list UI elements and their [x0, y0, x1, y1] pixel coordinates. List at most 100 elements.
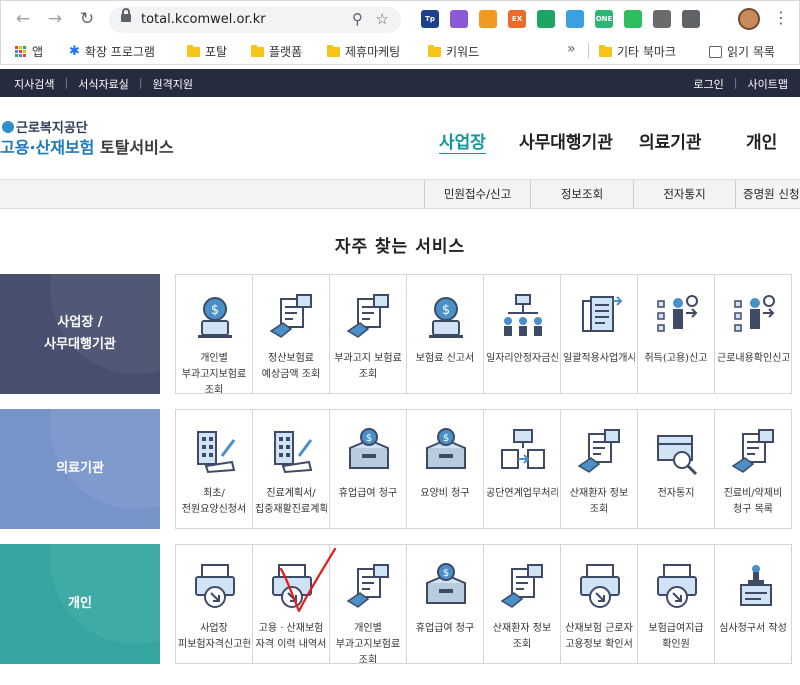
- ex-ext-icon[interactable]: EX: [508, 10, 526, 28]
- service-tile[interactable]: 진료계획서/집중재활진료계획서: [252, 409, 330, 529]
- service-tile-row: $ 개인별 부과고지보험료 조회 정산보험료 예상금액 조회 부과고지 보험료 …: [175, 274, 792, 394]
- service-tile-label: 진료비/약제비 청구 목록: [723, 488, 783, 515]
- sub-nav-e-notice[interactable]: 전자통지: [633, 180, 735, 208]
- folders-exchange-icon: [501, 429, 545, 469]
- sub-nav: 민원접수/신고 정보조회 전자통지 증명원 신청: [0, 179, 800, 209]
- service-tile[interactable]: 정산보험료 예상금액 조회: [252, 274, 330, 394]
- folder-icon: [251, 44, 264, 57]
- service-tile[interactable]: $ 요양비 청구: [406, 409, 484, 529]
- category-panel: 개인: [0, 544, 160, 664]
- service-tile[interactable]: 사업장 피보험자격신고현황: [175, 544, 253, 664]
- link-branch-search[interactable]: 지사검색: [14, 76, 54, 92]
- document-search-icon: [731, 429, 774, 473]
- main-nav-workplace[interactable]: 사업장: [439, 128, 486, 153]
- bookmark-folder-portal[interactable]: 포탈: [187, 43, 227, 60]
- main-nav-agency[interactable]: 사무대행기관: [519, 128, 613, 153]
- service-tile[interactable]: 공단연계업무처리: [483, 409, 561, 529]
- feather-ext-icon[interactable]: [450, 10, 468, 28]
- service-tile[interactable]: 보험급여지급 확인원: [637, 544, 715, 664]
- service-tile-label: 산재환자 정보 조회: [569, 488, 629, 515]
- service-tile[interactable]: 일괄적용사업개시신고: [560, 274, 638, 394]
- service-tile[interactable]: 심사청구서 작성: [714, 544, 792, 664]
- sub-nav-certificate[interactable]: 증명원 신청: [735, 180, 800, 208]
- service-tile-label: 사업장 피보험자격신고현황: [178, 623, 250, 650]
- puzzle-ext-icon[interactable]: [682, 10, 700, 28]
- service-tile[interactable]: $ 휴업급여 청구: [406, 544, 484, 664]
- link-remote-support[interactable]: 원격지원: [153, 76, 193, 92]
- service-tile[interactable]: 개인별 부과고지보험료 조회: [329, 544, 407, 664]
- svg-text:$: $: [366, 433, 372, 444]
- forward-arrow-icon[interactable]: →: [45, 9, 65, 29]
- bookmark-folder-other[interactable]: 기타 북마크: [599, 43, 676, 60]
- main-nav-personal[interactable]: 개인: [746, 128, 777, 153]
- service-tile-label: 취득(고용)신고: [644, 353, 708, 364]
- main-nav-medical[interactable]: 의료기관: [639, 128, 702, 153]
- service-tile[interactable]: 진료비/약제비 청구 목록: [714, 409, 792, 529]
- sitemap-link[interactable]: 사이트맵: [748, 76, 788, 92]
- chart-ext-icon[interactable]: [479, 10, 497, 28]
- divider: [588, 43, 589, 59]
- cloud-ext-icon[interactable]: [566, 10, 584, 28]
- login-link[interactable]: 로그인: [693, 76, 723, 92]
- one-ext-icon[interactable]: ONE: [595, 10, 613, 28]
- service-tile-label: 산재환자 정보 조회: [492, 623, 552, 650]
- tistory-ext-icon[interactable]: Tp: [421, 10, 439, 28]
- service-tile[interactable]: $ 휴업급여 청구: [329, 409, 407, 529]
- bookmark-label: 포탈: [205, 45, 228, 59]
- service-tile[interactable]: 취득(고용)신고: [637, 274, 715, 394]
- folder-icon: [599, 44, 612, 57]
- reload-icon[interactable]: ↻: [77, 9, 97, 29]
- divider: |: [733, 76, 738, 89]
- bookmark-extensions[interactable]: ✱ 확장 프로그램: [69, 43, 155, 60]
- zoom-search-icon[interactable]: ⚲: [352, 10, 363, 28]
- sub-nav-info-lookup[interactable]: 정보조회: [530, 180, 633, 208]
- service-tile[interactable]: 고용 · 산재보험 자격 이력 내역서: [252, 544, 330, 664]
- service-tile[interactable]: 일자리안정자금신청확인안내: [483, 274, 561, 394]
- bookmark-reading-list[interactable]: 읽기 목록: [709, 43, 775, 60]
- service-tile-label: 부과고지 보험료 조회: [334, 353, 402, 380]
- profile-avatar[interactable]: [738, 8, 760, 30]
- bookmark-star-icon[interactable]: ☆: [376, 10, 389, 28]
- bookmark-label: 앱: [32, 45, 44, 59]
- sub-nav-civil-petition[interactable]: 민원접수/신고: [424, 180, 530, 208]
- person-list-icon: [734, 295, 775, 332]
- divider: |: [64, 76, 69, 89]
- service-tile[interactable]: 전자통지: [637, 409, 715, 529]
- bookmark-apps[interactable]: 앱: [15, 43, 43, 60]
- link-forms-library[interactable]: 서식자료실: [78, 76, 129, 92]
- service-tile-label: 산재보험 근로자 고용정보 확인서: [565, 623, 633, 650]
- printer-arrow-icon: [272, 564, 312, 608]
- browser-toolbar: ← → ↻ total.kcomwel.or.kr ⚲ ☆ Tp EX ONE ⋮: [0, 0, 800, 37]
- back-arrow-icon[interactable]: ←: [13, 9, 33, 29]
- service-tile-label: 요양비 청구: [420, 488, 470, 499]
- service-tile-label: 일괄적용사업개시신고: [563, 353, 635, 364]
- drive-ext-icon[interactable]: [537, 10, 555, 28]
- address-bar[interactable]: total.kcomwel.or.kr ⚲ ☆: [109, 7, 401, 33]
- bookmark-folder-keyword[interactable]: 키워드: [428, 43, 479, 60]
- service-tile[interactable]: $ 보험료 신고서: [406, 274, 484, 394]
- service-tile[interactable]: 산재보험 근로자 고용정보 확인서: [560, 544, 638, 664]
- logo-service-name: 고용·산재보험: [0, 138, 95, 157]
- category-label: 개인: [68, 593, 92, 615]
- evernote-ext-icon[interactable]: [624, 10, 642, 28]
- service-tile[interactable]: 부과고지 보험료 조회: [329, 274, 407, 394]
- service-tile[interactable]: 근로내용확인신고: [714, 274, 792, 394]
- printer-arrow-icon: [195, 564, 235, 608]
- more-bookmarks-icon[interactable]: »: [567, 41, 576, 57]
- bookmark-folder-affiliate[interactable]: 제휴마케팅: [327, 43, 400, 60]
- service-tile[interactable]: 산재환자 정보 조회: [560, 409, 638, 529]
- money-box-icon: $: [426, 563, 466, 604]
- service-tile-label: 개인별 부과고지보험료 조회: [181, 353, 247, 393]
- kebab-menu-icon[interactable]: ⋮: [773, 8, 789, 27]
- service-tile[interactable]: 산재환자 정보 조회: [483, 544, 561, 664]
- service-tile[interactable]: 최초/전원요양신청서: [175, 409, 253, 529]
- service-tile[interactable]: $ 개인별 부과고지보험료 조회: [175, 274, 253, 394]
- service-tile-label: 보험료 신고서: [415, 353, 475, 364]
- frame-ext-icon[interactable]: [653, 10, 671, 28]
- category-label-line: 사무대행기관: [44, 337, 116, 352]
- category-label: 사업장 / 사무대행기관: [44, 312, 116, 356]
- bookmarks-bar: 앱 ✱ 확장 프로그램 포탈 플랫폼 제휴마케팅 키워드 » 기타 북마크 읽기…: [0, 37, 800, 65]
- document-search-icon: [500, 564, 543, 608]
- puzzle-icon: ✱: [69, 44, 80, 59]
- bookmark-folder-platform[interactable]: 플랫폼: [251, 43, 302, 60]
